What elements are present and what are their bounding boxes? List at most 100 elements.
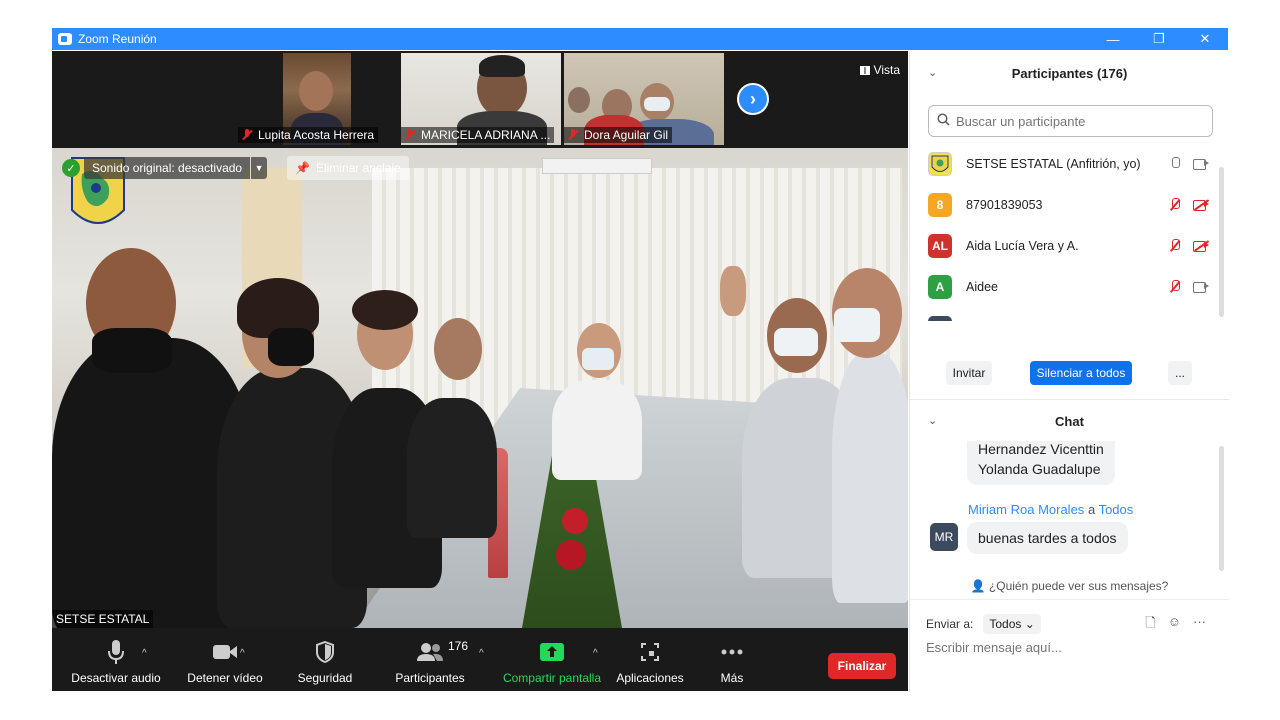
more-dots-icon[interactable]: ··· <box>1193 614 1206 636</box>
share-screen-icon <box>540 637 564 667</box>
chat-sender: Miriam Roa Morales a Todos <box>968 502 1133 517</box>
participant-search-input[interactable] <box>956 113 1196 129</box>
video-thumbnail[interactable]: Lupita Acosta Herrera <box>238 53 398 145</box>
minimize-button[interactable]: — <box>1090 28 1136 50</box>
participants-options-caret-icon[interactable]: ^ <box>479 648 484 659</box>
chevron-down-icon[interactable]: ▼ <box>251 157 268 179</box>
collapse-chevron-icon[interactable]: ⌄ <box>928 66 937 79</box>
share-screen-button[interactable]: Compartir pantalla <box>498 628 606 691</box>
send-to-row: Enviar a: Todos ⌄ <box>926 614 1041 634</box>
avatar: 8 <box>928 192 952 217</box>
chat-tools: 🗋 ☺ ··· <box>1145 614 1206 636</box>
avatar <box>928 315 952 321</box>
chat-message-input[interactable] <box>926 640 1216 655</box>
muted-mic-icon <box>568 129 578 141</box>
participants-label: Participantes <box>395 671 465 685</box>
avatar <box>928 151 952 176</box>
chat-title: Chat <box>1055 413 1084 429</box>
muted-mic-icon[interactable] <box>1169 238 1181 253</box>
chat-recipient[interactable]: Todos <box>1099 502 1134 517</box>
invite-button[interactable]: Invitar <box>946 361 992 385</box>
apps-label: Aplicaciones <box>616 671 684 685</box>
close-button[interactable]: ✕ <box>1182 28 1228 50</box>
muted-mic-icon[interactable] <box>1169 197 1181 212</box>
participants-count: 176 <box>448 639 469 653</box>
video-thumbnail[interactable]: MARICELA ADRIANA ... <box>401 53 561 145</box>
thumbnail-name: Lupita Acosta Herrera <box>258 128 375 142</box>
end-meeting-button[interactable]: Finalizar <box>828 653 896 679</box>
divider <box>910 599 1229 600</box>
chat-message-line: Hernandez Vicenttin <box>978 441 1104 457</box>
participants-scrollbar[interactable] <box>1219 167 1224 317</box>
share-options-caret-icon[interactable]: ^ <box>593 648 598 659</box>
zoom-window: Zoom Reunión — ❐ ✕ Lupita Acosta Herrera… <box>52 28 1229 692</box>
mute-audio-label: Desactivar audio <box>71 671 161 685</box>
people-icon: 176 <box>416 637 468 667</box>
shield-icon: ✓ <box>62 159 80 177</box>
video-off-icon[interactable] <box>1193 199 1209 211</box>
next-page-arrow-icon[interactable]: › <box>737 83 769 115</box>
participants-title: Participantes (176) <box>1011 65 1128 81</box>
participant-row[interactable]: 8 87901839053 <box>910 184 1215 225</box>
participant-actions: Invitar Silenciar a todos ... <box>910 361 1229 385</box>
chat-sender-name[interactable]: Miriam Roa Morales <box>968 502 1084 517</box>
zoom-app-icon <box>58 33 72 45</box>
chevron-down-icon: ⌄ <box>1024 617 1035 631</box>
unpin-button[interactable]: 📌 Eliminar anclaje <box>287 156 409 180</box>
participant-row[interactable] <box>910 307 1215 321</box>
chat-to-word: a <box>1087 502 1096 517</box>
apps-icon <box>640 637 660 667</box>
speaker-name-label: SETSE ESTATAL <box>52 610 154 628</box>
avatar: MR <box>930 523 958 551</box>
muted-mic-icon <box>405 129 415 141</box>
chat-scrollbar[interactable] <box>1219 446 1224 571</box>
file-icon[interactable]: 🗋 <box>1145 614 1155 636</box>
participant-row[interactable]: A Aidee <box>910 266 1215 307</box>
video-camera-icon <box>212 637 238 667</box>
more-label: Más <box>720 671 744 685</box>
participant-row[interactable]: SETSE ESTATAL (Anfitrión, yo) <box>910 143 1215 184</box>
chat-message-bubble: buenas tardes a todos <box>967 522 1128 554</box>
audio-options-caret-icon[interactable]: ^ <box>142 648 147 659</box>
more-button[interactable]: Más <box>708 628 756 691</box>
mute-all-button[interactable]: Silenciar a todos <box>1030 361 1132 385</box>
participants-button[interactable]: 176 Participantes <box>390 628 470 691</box>
participant-search[interactable] <box>928 105 1213 137</box>
divider <box>910 399 1229 400</box>
pin-icon: 📌 <box>295 161 310 175</box>
send-to-select[interactable]: Todos ⌄ <box>983 614 1041 634</box>
window-title: Zoom Reunión <box>78 32 157 46</box>
title-bar: Zoom Reunión — ❐ ✕ <box>52 28 1228 50</box>
who-can-see-messages[interactable]: 👤 ¿Quién puede ver sus mensajes? <box>910 579 1229 593</box>
emoji-icon[interactable]: ☺ <box>1168 614 1181 636</box>
meeting-toolbar: Desactivar audio ^ Detener vídeo ^ Segur… <box>52 628 908 691</box>
mute-audio-button[interactable]: Desactivar audio <box>62 628 170 691</box>
video-thumbnail[interactable]: Dora Aguilar Gil <box>564 53 724 145</box>
muted-mic-icon[interactable] <box>1169 279 1181 294</box>
stop-video-button[interactable]: Detener vídeo <box>170 628 280 691</box>
send-to-value: Todos <box>989 617 1022 631</box>
video-options-caret-icon[interactable]: ^ <box>240 648 245 659</box>
collapse-chevron-icon[interactable]: ⌄ <box>928 414 937 427</box>
chat-messages: Hernandez Vicenttin Yolanda Guadalupe Mi… <box>910 441 1229 571</box>
view-button[interactable]: Vista <box>859 63 900 77</box>
microphone-icon[interactable] <box>1169 156 1181 171</box>
participant-row[interactable]: AL Aida Lucía Vera y A. <box>910 225 1215 266</box>
apps-button[interactable]: Aplicaciones <box>612 628 688 691</box>
video-off-icon[interactable] <box>1193 240 1209 252</box>
security-button[interactable]: Seguridad <box>288 628 362 691</box>
side-panel: ⌄ Participantes (176) SETSE ESTATAL (Anf… <box>909 51 1229 692</box>
shield-icon <box>315 637 335 667</box>
more-options-button[interactable]: ... <box>1168 361 1192 385</box>
chat-message-line: Yolanda Guadalupe <box>978 461 1101 477</box>
stop-video-label: Detener vídeo <box>187 671 263 685</box>
original-sound-badge[interactable]: ✓ Sonido original: desactivado ▼ <box>62 156 268 180</box>
video-area: Lupita Acosta Herrera MARICELA ADRIANA .… <box>52 51 908 691</box>
video-camera-icon[interactable] <box>1193 281 1209 293</box>
participant-list: SETSE ESTATAL (Anfitrión, yo) 8 87901839… <box>910 143 1229 321</box>
video-camera-icon[interactable] <box>1193 158 1209 170</box>
chat-header: ⌄ Chat <box>910 401 1229 441</box>
unpin-label: Eliminar anclaje <box>315 161 401 175</box>
person-info-icon: 👤 <box>970 579 986 593</box>
restore-button[interactable]: ❐ <box>1136 28 1182 50</box>
